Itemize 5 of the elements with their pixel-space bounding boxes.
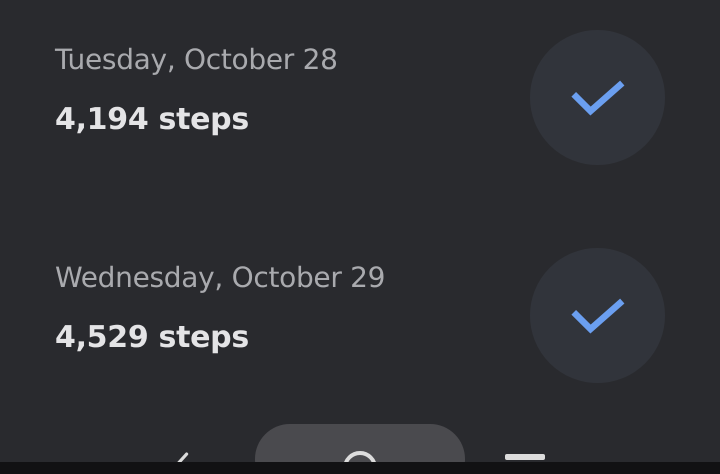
step-count: 4,194 steps (55, 101, 250, 139)
day-date: Wednesday, October 29 (55, 260, 386, 296)
step-count: 4,529 steps (55, 319, 250, 357)
day-date: Tuesday, October 28 (55, 42, 338, 78)
recents-icon[interactable] (505, 454, 545, 460)
